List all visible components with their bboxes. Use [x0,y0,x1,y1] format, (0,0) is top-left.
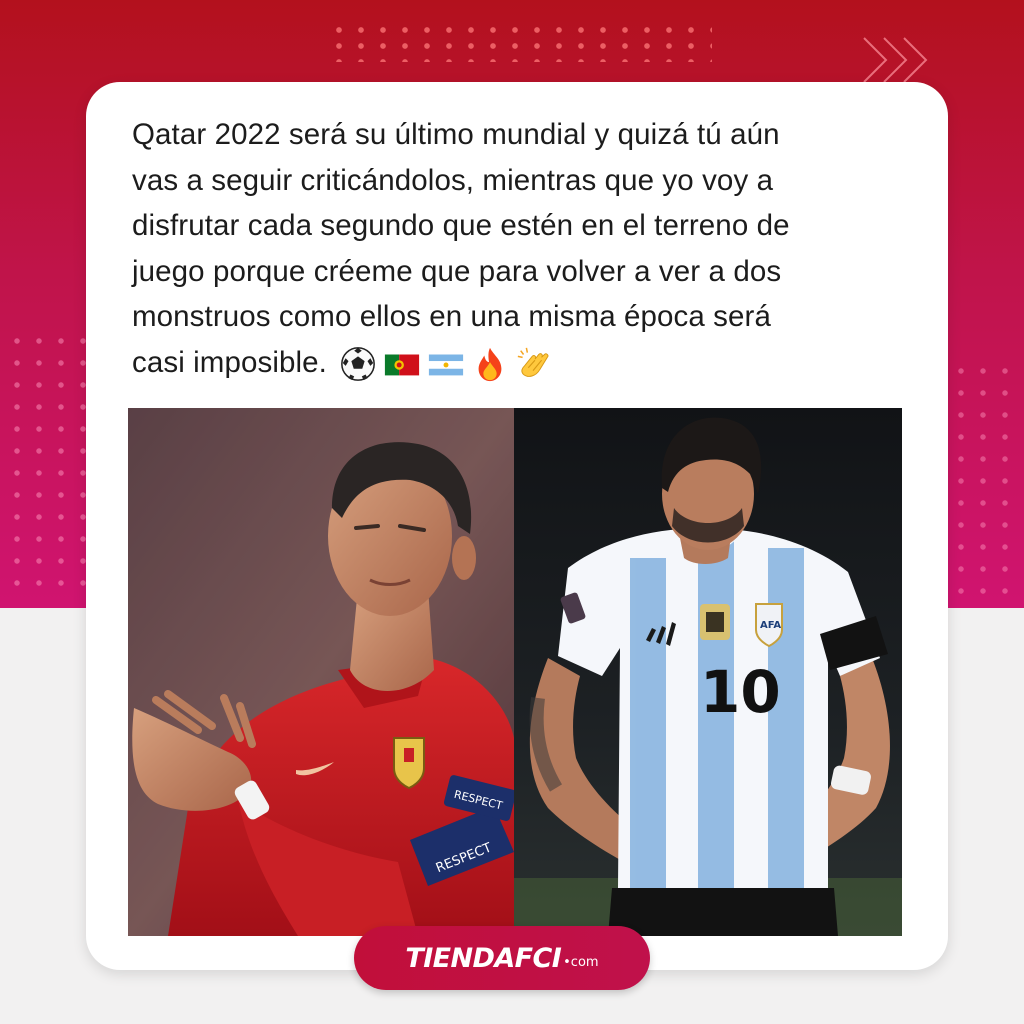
caption-last-line: casi imposible. [132,340,908,386]
portugal-crest [393,737,425,790]
soccer-ball-icon [341,346,376,381]
post-canvas: Qatar 2022 será su último mundial y quiz… [0,0,1024,1024]
caption-line: monstruos como ellos en una misma época … [132,300,771,333]
caption-line: disfrutar cada segundo que estén en el t… [132,209,790,242]
players-photo: RESPECT RESPECT AFA 10 [128,408,902,936]
caption-line: Qatar 2022 será su último mundial y quiz… [132,118,780,151]
caption-line: casi imposible. [132,345,327,379]
fire-icon [478,347,502,381]
chevrons-icon [863,37,928,83]
gold-badge [700,604,730,640]
afa-crest: AFA [755,603,783,648]
portugal-flag-icon [385,354,420,376]
logo-text: TIENDAFCI [405,942,562,974]
caption-line: vas a seguir criticándolos, mientras que… [132,163,774,197]
post-caption: Qatar 2022 será su último mundial y quiz… [132,112,908,385]
brand-logo[interactable]: TIENDAFCI •com [354,926,650,990]
afa-badge-text: AFA [760,620,781,631]
players-photo-illustration: RESPECT RESPECT AFA 10 [128,408,902,936]
clapping-hands-icon [517,347,549,377]
dot-pattern-right [950,360,1020,600]
jersey-number: 10 [700,658,781,726]
argentina-flag-icon [429,354,464,376]
logo-suffix: •com [563,954,599,970]
dot-pattern-top [328,22,712,62]
caption-line: juego porque créeme que para volver a ve… [132,254,782,288]
emoji-row [339,345,553,383]
dot-pattern-left [6,330,86,600]
